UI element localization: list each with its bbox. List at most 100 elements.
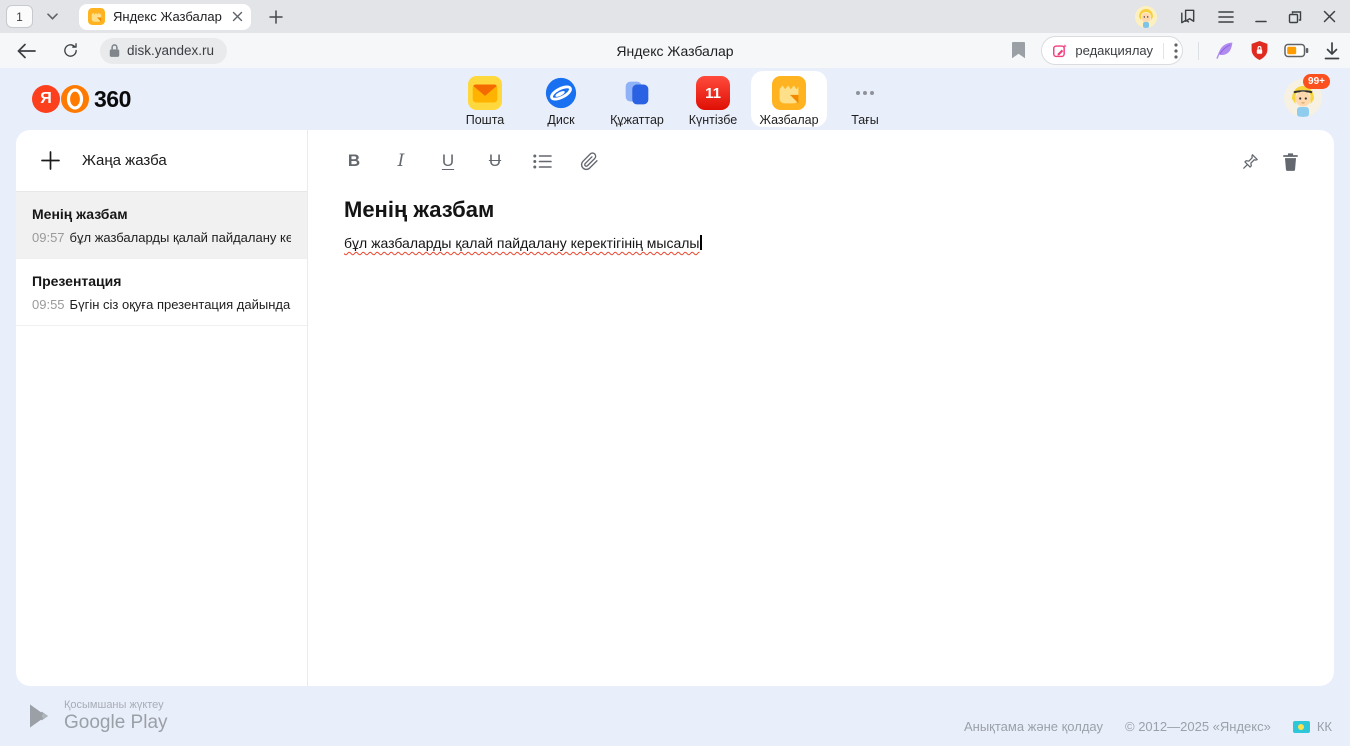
- app-item-notes[interactable]: Жазбалар: [751, 71, 827, 127]
- note-item-title: Менің жазбам: [32, 206, 291, 222]
- pin-note-button[interactable]: [1240, 148, 1260, 174]
- 360-logo-icon: [61, 85, 89, 113]
- app-label: Құжаттар: [610, 113, 664, 127]
- calendar-date-badge: 11: [705, 85, 721, 102]
- window-restore-button[interactable]: [1288, 10, 1302, 24]
- notes-app-card: Жаңа жазба Менің жазбам 09:57 бұл жазбала…: [16, 130, 1334, 686]
- notes-icon: [772, 76, 806, 110]
- delete-note-button[interactable]: [1280, 148, 1300, 174]
- tab-title: Яндекс Жазбалар: [113, 9, 224, 24]
- hamburger-menu-icon: [1218, 11, 1234, 23]
- tab-panels-button[interactable]: [1178, 7, 1197, 26]
- note-item-time: 09:57: [32, 230, 65, 245]
- attach-file-button[interactable]: [579, 148, 599, 174]
- note-body-field[interactable]: бұл жазбаларды қалай пайдалану керектігі…: [344, 235, 1296, 251]
- new-note-label: Жаңа жазба: [82, 152, 167, 169]
- notes-favicon-icon: [88, 8, 105, 25]
- note-actions: [1240, 146, 1300, 176]
- more-icon: [848, 76, 882, 110]
- protect-extension-button[interactable]: [1250, 40, 1269, 61]
- refresh-button[interactable]: [56, 37, 84, 65]
- mail-icon: [468, 76, 502, 110]
- app-item-documents[interactable]: Құжаттар: [599, 71, 675, 127]
- tab-close-icon[interactable]: [232, 11, 243, 22]
- google-play-icon: [28, 702, 53, 730]
- profile-avatar-icon: [1135, 6, 1157, 28]
- text-cursor: [700, 235, 702, 250]
- italic-button[interactable]: I: [391, 148, 411, 174]
- download-icon: [1324, 42, 1340, 60]
- browser-tab-active[interactable]: Яндекс Жазбалар: [79, 4, 251, 30]
- new-note-button[interactable]: Жаңа жазба: [16, 130, 307, 192]
- refresh-icon: [62, 42, 79, 59]
- yandex360-header: Я 360 Пошта: [0, 68, 1350, 130]
- bookmark-page-button[interactable]: [1011, 42, 1026, 59]
- note-body-text: бұл жазбаларды қалай пайдалану керектігі…: [344, 235, 699, 251]
- url-bar[interactable]: disk.yandex.ru: [100, 38, 227, 64]
- pill-divider: [1163, 43, 1164, 59]
- browser-menu-button[interactable]: [1218, 11, 1234, 23]
- feather-icon: [1214, 40, 1235, 61]
- bold-button[interactable]: B: [344, 148, 364, 174]
- browser-address-bar: disk.yandex.ru Яндекс Жазбалар редакциял…: [0, 33, 1350, 68]
- app-item-calendar[interactable]: 11 Күнтізбе: [675, 71, 751, 127]
- google-play-name: Google Play: [64, 712, 168, 734]
- documents-icon: [620, 76, 654, 110]
- new-tab-button[interactable]: [263, 4, 289, 30]
- help-support-link[interactable]: Анықтама және қолдау: [964, 719, 1103, 734]
- paperclip-icon: [580, 152, 599, 171]
- battery-saver-button[interactable]: [1284, 43, 1309, 58]
- app-label: Тағы: [851, 113, 879, 127]
- panels-icon: [1178, 7, 1197, 26]
- editor-toolbar: B I U U: [344, 146, 1296, 176]
- back-button[interactable]: [12, 37, 40, 65]
- note-item-preview: Бүгін сіз оқуға презентация дайында...: [70, 297, 291, 312]
- underline-button[interactable]: U: [438, 148, 458, 174]
- kazakhstan-flag-icon: [1293, 721, 1310, 733]
- downloads-button[interactable]: [1324, 42, 1340, 60]
- note-list-item-selected[interactable]: Менің жазбам 09:57 бұл жазбаларды қалай п…: [16, 192, 307, 259]
- note-item-preview: бұл жазбаларды қалай пайдалану ке...: [70, 230, 291, 245]
- window-minimize-button[interactable]: [1255, 11, 1267, 23]
- edit-icon: [1052, 43, 1068, 59]
- close-icon: [1323, 10, 1336, 23]
- note-title-field[interactable]: Менің жазбам: [344, 197, 1296, 223]
- account-avatar[interactable]: 99+: [1284, 79, 1322, 117]
- url-text: disk.yandex.ru: [127, 43, 214, 58]
- plus-icon: [269, 10, 283, 24]
- google-play-badge[interactable]: Қосымшаны жүктеу Google Play: [28, 699, 168, 734]
- page-footer: Қосымшаны жүктеу Google Play Анықтама жә…: [0, 686, 1350, 746]
- tab-list-chevron-button[interactable]: [39, 5, 65, 28]
- note-list-item[interactable]: Презентация 09:55Бүгін сіз оқуға презент…: [16, 259, 307, 326]
- note-item-time: 09:55: [32, 297, 65, 312]
- bullet-list-button[interactable]: [532, 148, 552, 174]
- app-label: Диск: [547, 113, 574, 127]
- disk-icon: [544, 76, 578, 110]
- note-editor: B I U U: [308, 130, 1334, 686]
- kebab-menu-icon[interactable]: [1174, 43, 1178, 59]
- app-item-more[interactable]: Тағы: [827, 71, 903, 127]
- notification-badge: 99+: [1303, 74, 1330, 89]
- app-item-mail[interactable]: Пошта: [447, 71, 523, 127]
- bullet-list-icon: [533, 154, 552, 169]
- pin-icon: [1241, 152, 1260, 171]
- tab-counter-value: 1: [16, 10, 23, 24]
- calendar-icon: 11: [696, 76, 730, 110]
- tab-counter-button[interactable]: 1: [6, 5, 33, 28]
- battery-icon: [1284, 43, 1309, 58]
- edit-button-label: редакциялау: [1075, 43, 1153, 58]
- app-item-disk[interactable]: Диск: [523, 71, 599, 127]
- app-label: Пошта: [466, 113, 505, 127]
- browser-profile-avatar[interactable]: [1135, 6, 1157, 28]
- edit-mode-button[interactable]: редакциялау: [1041, 36, 1183, 65]
- plus-icon: [41, 151, 60, 170]
- bookmark-icon: [1011, 42, 1026, 59]
- back-arrow-icon: [17, 43, 36, 59]
- strikethrough-button[interactable]: U: [485, 148, 505, 174]
- window-close-button[interactable]: [1323, 10, 1336, 23]
- app-label: Жазбалар: [759, 113, 818, 127]
- yandex360-logo[interactable]: Я 360: [32, 85, 131, 113]
- language-selector[interactable]: КК: [1293, 719, 1332, 734]
- app-label: Күнтізбе: [689, 113, 738, 127]
- highlighter-extension-button[interactable]: [1214, 40, 1235, 61]
